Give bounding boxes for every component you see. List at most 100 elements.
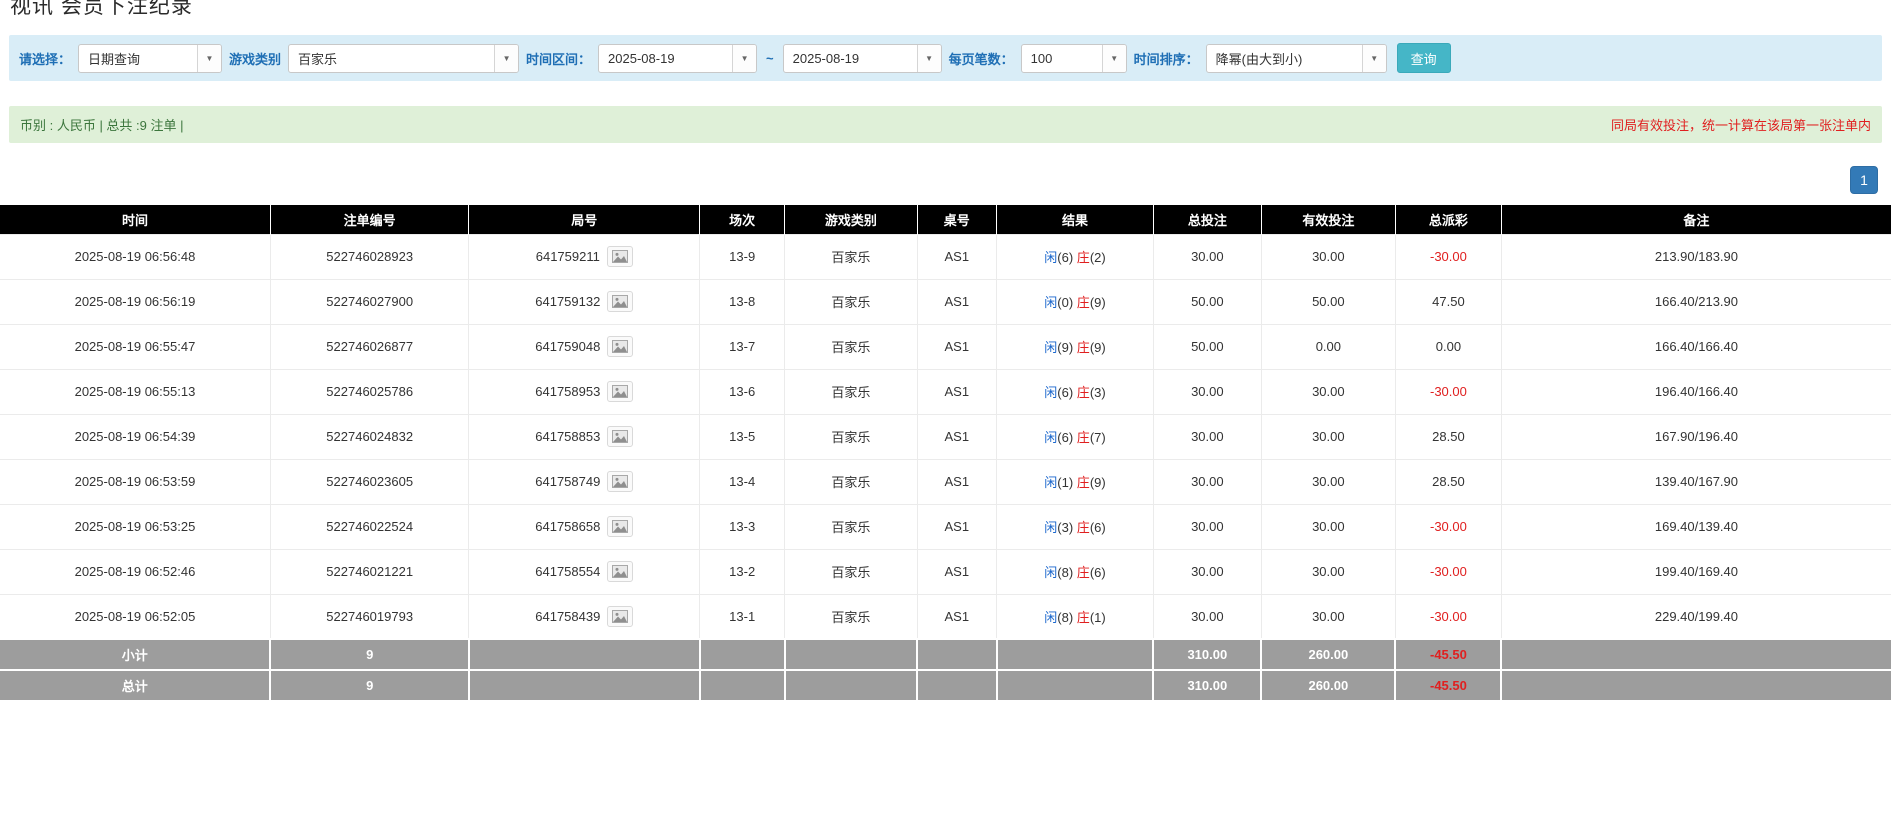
round-detail-button[interactable] bbox=[607, 516, 633, 537]
cell-total-bet[interactable]: 50.00 bbox=[1153, 324, 1261, 369]
cell-table-no: AS1 bbox=[917, 279, 996, 324]
table-row: 2025-08-19 06:52:46 522746021221 6417585… bbox=[0, 549, 1891, 594]
result-player-score: (8) bbox=[1057, 610, 1073, 625]
cell-game-type: 百家乐 bbox=[785, 594, 917, 639]
result-banker-label: 庄 bbox=[1077, 385, 1090, 400]
round-number: 641758953 bbox=[535, 384, 600, 399]
cell-table-no: AS1 bbox=[917, 324, 996, 369]
sort-label: 时间排序： bbox=[1134, 49, 1199, 68]
round-detail-button[interactable] bbox=[607, 426, 633, 447]
time-range-label: 时间区间： bbox=[526, 49, 591, 68]
game-type-label: 游戏类别 bbox=[229, 49, 281, 68]
page-1-button[interactable]: 1 bbox=[1850, 166, 1878, 194]
query-type-dropdown[interactable]: 日期查询 ▼ bbox=[78, 44, 222, 73]
chevron-down-icon[interactable]: ▼ bbox=[1362, 45, 1386, 72]
table-row: 2025-08-19 06:54:39 522746024832 6417588… bbox=[0, 414, 1891, 459]
cell-time: 2025-08-19 06:54:39 bbox=[0, 414, 270, 459]
round-detail-button[interactable] bbox=[607, 291, 633, 312]
per-page-value: 100 bbox=[1022, 45, 1102, 72]
result-banker-score: (6) bbox=[1090, 565, 1106, 580]
game-type-dropdown[interactable]: 百家乐 ▼ bbox=[288, 44, 519, 73]
cell-bet-id: 522746023605 bbox=[270, 459, 469, 504]
round-number: 641758554 bbox=[535, 564, 600, 579]
subtotal-total-bet: 310.00 bbox=[1153, 639, 1261, 670]
chevron-down-icon[interactable]: ▼ bbox=[494, 45, 518, 72]
result-player-label: 闲 bbox=[1044, 295, 1057, 310]
cell-time: 2025-08-19 06:53:59 bbox=[0, 459, 270, 504]
cell-round-no: 641758749 bbox=[469, 459, 700, 504]
subtotal-count: 9 bbox=[270, 639, 469, 670]
cell-game-type: 百家乐 bbox=[785, 279, 917, 324]
pagination: 1 bbox=[0, 166, 1878, 194]
round-detail-button[interactable] bbox=[607, 246, 633, 267]
query-button[interactable]: 查询 bbox=[1397, 43, 1451, 73]
table-body: 2025-08-19 06:56:48 522746028923 6417592… bbox=[0, 234, 1891, 639]
per-page-dropdown[interactable]: 100 ▼ bbox=[1021, 44, 1127, 73]
subtotal-row: 小计 9 310.00 260.00 -45.50 bbox=[0, 639, 1891, 670]
image-icon bbox=[612, 520, 628, 533]
cell-remark: 169.40/139.40 bbox=[1501, 504, 1891, 549]
header-round-no: 局号 bbox=[469, 205, 700, 234]
result-player-score: (1) bbox=[1057, 475, 1073, 490]
cell-payout: 0.00 bbox=[1395, 324, 1501, 369]
cell-payout: -30.00 bbox=[1395, 234, 1501, 279]
select-type-label: 请选择： bbox=[19, 49, 71, 68]
cell-remark: 213.90/183.90 bbox=[1501, 234, 1891, 279]
cell-result: 闲(0) 庄(9) bbox=[997, 279, 1154, 324]
chevron-down-icon[interactable]: ▼ bbox=[917, 45, 941, 72]
cell-total-bet[interactable]: 30.00 bbox=[1153, 414, 1261, 459]
cell-time: 2025-08-19 06:55:13 bbox=[0, 369, 270, 414]
cell-result: 闲(8) 庄(6) bbox=[997, 549, 1154, 594]
chevron-down-icon[interactable]: ▼ bbox=[1102, 45, 1126, 72]
cell-game-type: 百家乐 bbox=[785, 324, 917, 369]
cell-total-bet[interactable]: 30.00 bbox=[1153, 549, 1261, 594]
cell-total-bet[interactable]: 30.00 bbox=[1153, 369, 1261, 414]
cell-round-no: 641759048 bbox=[469, 324, 700, 369]
result-banker-label: 庄 bbox=[1077, 520, 1090, 535]
cell-remark: 167.90/196.40 bbox=[1501, 414, 1891, 459]
cell-time: 2025-08-19 06:56:48 bbox=[0, 234, 270, 279]
chevron-down-icon[interactable]: ▼ bbox=[732, 45, 756, 72]
cell-total-bet[interactable]: 30.00 bbox=[1153, 459, 1261, 504]
result-banker-label: 庄 bbox=[1077, 565, 1090, 580]
result-banker-score: (9) bbox=[1090, 475, 1106, 490]
cell-valid-bet: 30.00 bbox=[1261, 369, 1395, 414]
cell-bet-id: 522746028923 bbox=[270, 234, 469, 279]
cell-total-bet[interactable]: 50.00 bbox=[1153, 279, 1261, 324]
round-number: 641759132 bbox=[535, 294, 600, 309]
cell-remark: 139.40/167.90 bbox=[1501, 459, 1891, 504]
round-detail-button[interactable] bbox=[607, 381, 633, 402]
cell-game-type: 百家乐 bbox=[785, 504, 917, 549]
cell-valid-bet: 0.00 bbox=[1261, 324, 1395, 369]
result-player-score: (9) bbox=[1057, 340, 1073, 355]
image-icon bbox=[612, 295, 628, 308]
result-banker-score: (1) bbox=[1090, 610, 1106, 625]
total-payout: -45.50 bbox=[1395, 670, 1501, 701]
round-detail-button[interactable] bbox=[607, 561, 633, 582]
cell-game-type: 百家乐 bbox=[785, 459, 917, 504]
sort-order-dropdown[interactable]: 降幂(由大到小) ▼ bbox=[1206, 44, 1387, 73]
cell-session: 13-7 bbox=[700, 324, 785, 369]
header-time: 时间 bbox=[0, 205, 270, 234]
cell-total-bet[interactable]: 30.00 bbox=[1153, 504, 1261, 549]
cell-total-bet[interactable]: 30.00 bbox=[1153, 234, 1261, 279]
query-type-value: 日期查询 bbox=[79, 45, 197, 72]
cell-remark: 199.40/169.40 bbox=[1501, 549, 1891, 594]
cell-round-no: 641758658 bbox=[469, 504, 700, 549]
header-table-no: 桌号 bbox=[917, 205, 996, 234]
table-row: 2025-08-19 06:53:59 522746023605 6417587… bbox=[0, 459, 1891, 504]
table-header: 时间 注单编号 局号 场次 游戏类别 桌号 结果 总投注 有效投注 总派彩 备注 bbox=[0, 205, 1891, 234]
cell-result: 闲(9) 庄(9) bbox=[997, 324, 1154, 369]
date-from-picker[interactable]: 2025-08-19 ▼ bbox=[598, 44, 757, 73]
cell-bet-id: 522746022524 bbox=[270, 504, 469, 549]
round-detail-button[interactable] bbox=[607, 606, 633, 627]
result-player-score: (6) bbox=[1057, 250, 1073, 265]
image-icon bbox=[612, 610, 628, 623]
table-row: 2025-08-19 06:52:05 522746019793 6417584… bbox=[0, 594, 1891, 639]
round-detail-button[interactable] bbox=[607, 336, 633, 357]
date-to-picker[interactable]: 2025-08-19 ▼ bbox=[783, 44, 942, 73]
chevron-down-icon[interactable]: ▼ bbox=[197, 45, 221, 72]
round-detail-button[interactable] bbox=[607, 471, 633, 492]
cell-total-bet[interactable]: 30.00 bbox=[1153, 594, 1261, 639]
cell-round-no: 641758439 bbox=[469, 594, 700, 639]
